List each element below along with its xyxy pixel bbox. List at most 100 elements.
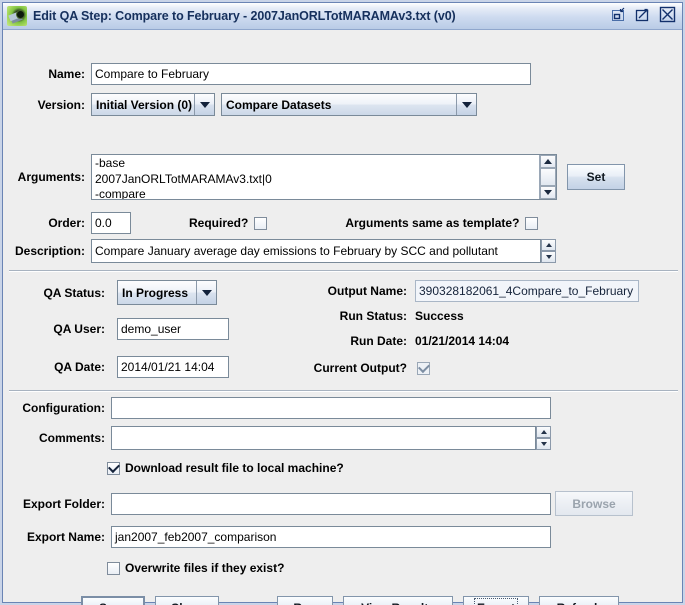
- required-label: Required?: [189, 216, 249, 230]
- comments-spinner[interactable]: [536, 426, 551, 450]
- qa-status-select-value: In Progress: [122, 285, 189, 300]
- program-select[interactable]: Compare Datasets: [221, 93, 477, 116]
- window-content: Name: Compare to February Version: Initi…: [3, 30, 682, 605]
- arguments-scrollbar[interactable]: [539, 155, 556, 199]
- qa-date-label: QA Date:: [54, 360, 105, 374]
- scroll-down-icon[interactable]: [540, 185, 556, 199]
- set-arguments-button-label: Set: [586, 170, 606, 184]
- version-row: Version: Initial Version (0) Compare Dat…: [9, 93, 477, 116]
- output-name-field: 390328182061_4Compare_to_February: [415, 280, 639, 302]
- description-spinner-up-icon[interactable]: [541, 239, 556, 251]
- qa-date-input[interactable]: 2014/01/21 14:04: [117, 356, 229, 378]
- set-arguments-button[interactable]: Set: [567, 164, 625, 190]
- name-input[interactable]: Compare to February: [91, 63, 531, 85]
- close-icon[interactable]: [659, 6, 676, 23]
- minimize-icon[interactable]: [611, 6, 628, 23]
- output-name-row: Output Name: 390328182061_4Compare_to_Fe…: [307, 280, 639, 302]
- arguments-textarea-value: -base 2007JanORLTotMARAMAv3.txt|0 -compa…: [95, 156, 272, 199]
- export-folder-row: Export Folder: Browse: [9, 491, 633, 516]
- section-divider-top: [9, 270, 678, 272]
- export-button-label: Export: [473, 598, 519, 605]
- window-title-bar[interactable]: Edit QA Step: Compare to February - 2007…: [3, 3, 682, 30]
- name-label: Name:: [48, 67, 85, 81]
- run-date-label: Run Date:: [350, 334, 407, 348]
- export-name-row: Export Name: jan2007_feb2007_comparison: [9, 526, 551, 548]
- scroll-up-icon[interactable]: [540, 155, 556, 169]
- arguments-textarea[interactable]: -base 2007JanORLTotMARAMAv3.txt|0 -compa…: [91, 154, 557, 200]
- run-button-label: Run: [293, 601, 316, 605]
- download-result-label: Download result file to local machine?: [125, 461, 344, 475]
- description-spinner[interactable]: [541, 239, 556, 263]
- current-output-checkbox: [417, 361, 430, 375]
- chevron-down-icon: [194, 94, 214, 115]
- browse-button-label: Browse: [572, 496, 616, 511]
- output-name-label: Output Name:: [327, 284, 407, 298]
- edit-qa-step-window: Edit QA Step: Compare to February - 2007…: [2, 2, 683, 605]
- export-name-label: Export Name:: [26, 530, 105, 544]
- browse-button: Browse: [555, 491, 633, 516]
- configuration-label: Configuration:: [22, 401, 105, 415]
- scrollbar-thumb[interactable]: [540, 168, 556, 186]
- view-results-button-label: View Results: [361, 601, 435, 605]
- section-divider-middle: [9, 390, 678, 392]
- description-spinner-down-icon[interactable]: [541, 251, 556, 263]
- comments-spinner-up-icon[interactable]: [536, 426, 551, 438]
- close-button[interactable]: Close: [155, 596, 219, 605]
- configuration-row: Configuration:: [9, 397, 551, 419]
- download-result-group[interactable]: Download result file to local machine?: [107, 461, 344, 475]
- export-folder-input[interactable]: [111, 492, 551, 515]
- qa-user-input[interactable]: demo_user: [117, 318, 229, 340]
- description-input[interactable]: Compare January average day emissions to…: [91, 239, 541, 263]
- configuration-input[interactable]: [111, 397, 551, 419]
- description-input-value: Compare January average day emissions to…: [95, 244, 498, 258]
- refresh-button[interactable]: Refresh: [539, 596, 619, 605]
- run-button[interactable]: Run: [277, 596, 333, 605]
- comments-label: Comments:: [38, 431, 105, 445]
- window-title: Edit QA Step: Compare to February - 2007…: [33, 9, 456, 23]
- chevron-down-icon: [196, 281, 216, 304]
- window-controls: [611, 6, 676, 23]
- required-checkbox-group[interactable]: Required?: [189, 216, 268, 230]
- save-button[interactable]: Save: [81, 596, 145, 605]
- refresh-button-label: Refresh: [557, 601, 602, 605]
- close-button-label: Close: [171, 601, 204, 605]
- export-button[interactable]: Export: [463, 596, 529, 605]
- run-status-value: Success: [415, 309, 464, 323]
- qa-status-label: QA Status:: [43, 285, 105, 300]
- comments-spinner-down-icon[interactable]: [536, 438, 551, 450]
- view-results-button[interactable]: View Results: [343, 596, 453, 605]
- arguments-same-as-template-label: Arguments same as template?: [345, 216, 520, 230]
- current-output-row: Current Output?: [307, 361, 430, 375]
- overwrite-files-checkbox[interactable]: [107, 561, 120, 575]
- save-button-label: Save: [99, 601, 127, 605]
- qa-user-label: QA User:: [53, 322, 105, 336]
- arguments-same-as-template-group[interactable]: Arguments same as template?: [345, 216, 539, 230]
- version-select-value: Initial Version (0): [96, 97, 193, 112]
- comments-input[interactable]: [111, 426, 536, 450]
- qa-status-select[interactable]: In Progress: [117, 280, 217, 305]
- export-folder-label: Export Folder:: [22, 496, 105, 511]
- version-label: Version:: [37, 97, 85, 112]
- arguments-row: Arguments: -base 2007JanORLTotMARAMAv3.t…: [9, 154, 625, 200]
- comments-row: Comments:: [9, 426, 551, 450]
- arguments-label: Arguments:: [17, 170, 85, 184]
- version-select[interactable]: Initial Version (0): [91, 93, 215, 116]
- emf-app-icon: [7, 6, 27, 26]
- export-name-input[interactable]: jan2007_feb2007_comparison: [111, 526, 551, 548]
- maximize-icon[interactable]: [635, 6, 652, 23]
- button-bar: Save Close Run View Results: [81, 596, 619, 605]
- run-date-value: 01/21/2014 14:04: [415, 334, 510, 348]
- qa-status-row: QA Status: In Progress: [9, 280, 217, 305]
- description-label: Description:: [14, 244, 85, 258]
- program-select-value: Compare Datasets: [226, 97, 332, 112]
- arguments-same-as-template-checkbox[interactable]: [525, 216, 539, 230]
- order-label: Order:: [48, 216, 85, 230]
- required-checkbox[interactable]: [254, 216, 268, 230]
- overwrite-files-group[interactable]: Overwrite files if they exist?: [107, 561, 284, 575]
- download-result-checkbox[interactable]: [107, 461, 120, 475]
- run-date-row: Run Date: 01/21/2014 14:04: [307, 334, 509, 348]
- qa-user-row: QA User: demo_user: [9, 318, 229, 340]
- comments-input-value: [112, 427, 535, 449]
- order-input[interactable]: 0.0: [91, 212, 131, 234]
- name-row: Name: Compare to February: [9, 63, 539, 85]
